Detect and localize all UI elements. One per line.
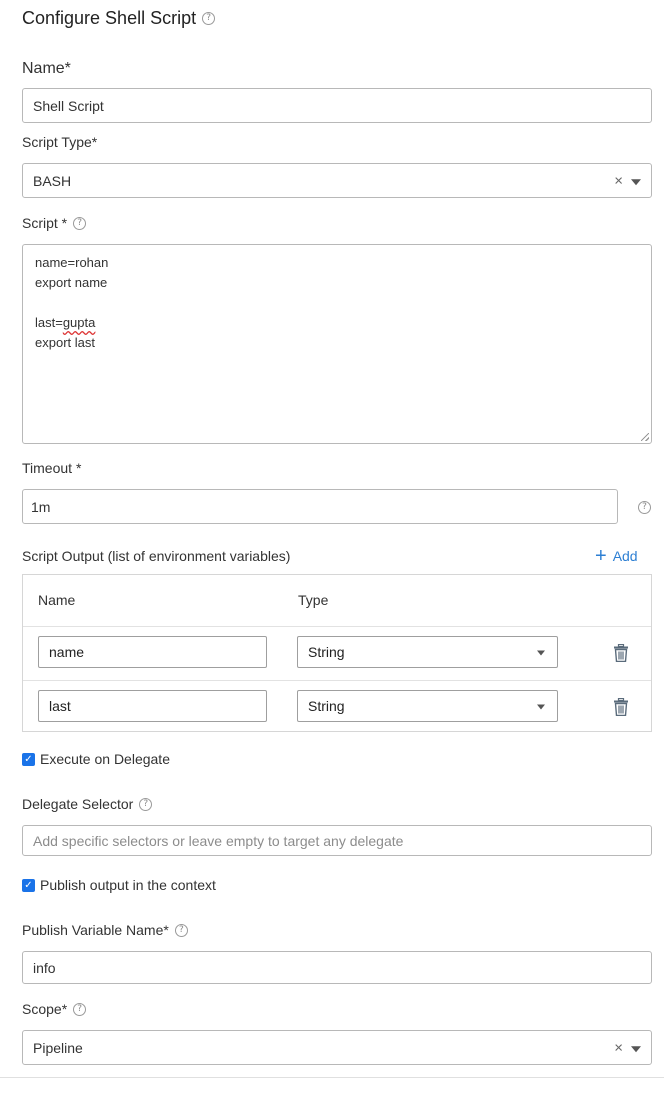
publish-variable-value: info [33,959,56,976]
script-output-table: Name Type name String last String [22,574,652,732]
help-icon[interactable]: ? [73,1002,87,1016]
page-title-text: Configure Shell Script [22,8,197,28]
help-icon[interactable]: ? [174,923,188,937]
chevron-down-icon [537,704,545,710]
column-header-name: Name [38,592,76,608]
column-header-type: Type [298,592,329,608]
scope-value: Pipeline [33,1039,83,1056]
script-output-label-text: Script Output (list of environment varia… [22,548,291,564]
help-icon[interactable]: ? [139,797,153,811]
output-name-value: name [49,644,85,660]
page-title: Configure Shell Script ? [22,8,216,29]
execute-on-delegate[interactable]: ✓ Execute on Delegate [22,751,170,767]
script-line: export last [35,335,95,350]
help-icon[interactable]: ? [638,501,651,514]
help-icon[interactable]: ? [202,12,216,25]
help-icon[interactable]: ? [73,216,87,230]
script-editor[interactable]: name=rohan export name last=gupta export… [22,244,652,444]
script-type-select[interactable]: BASH × [22,163,652,198]
output-type-select[interactable]: String [297,690,558,722]
footer-divider [0,1077,664,1078]
output-name-input[interactable]: name [38,636,267,668]
script-line: export name [35,275,108,290]
table-row: last String [23,681,651,734]
name-input-value: Shell Script [33,97,104,114]
script-line: last=gupta [35,315,96,330]
publish-variable-label-text: Publish Variable Name* [22,922,169,938]
trash-icon[interactable] [614,644,628,662]
add-output-label: Add [612,548,638,564]
name-label-text: Name* [22,60,71,77]
publish-variable-input[interactable]: info [22,951,652,984]
clear-icon[interactable]: × [614,172,623,189]
delegate-selector-label: Delegate Selector ? [22,796,153,812]
misspelled-word: gupta [62,315,96,330]
trash-icon[interactable] [614,698,628,716]
script-line: name=rohan [35,255,109,270]
script-line [35,293,639,313]
delegate-selector-placeholder: Add specific selectors or leave empty to… [33,832,404,849]
script-label: Script * ? [22,215,87,231]
output-type-select[interactable]: String [297,636,558,668]
checkbox-checked-icon[interactable]: ✓ [22,752,35,766]
script-type-value: BASH [33,172,72,189]
table-row: name String [23,627,651,681]
script-type-label: Script Type* [22,134,97,150]
output-type-value: String [308,644,345,660]
checkbox-checked-icon[interactable]: ✓ [22,878,35,892]
publish-output-checkbox[interactable]: ✓ Publish output in the context [22,877,216,893]
scope-label-text: Scope* [22,1001,68,1017]
chevron-down-icon[interactable] [631,1045,641,1052]
output-type-value: String [308,698,345,714]
scope-select[interactable]: Pipeline × [22,1030,652,1065]
resize-handle[interactable] [641,433,649,441]
publish-output-label: Publish output in the context [40,877,216,893]
chevron-down-icon [537,650,545,656]
output-name-input[interactable]: last [38,690,267,722]
timeout-value: 1m [31,498,51,515]
execute-on-delegate-label: Execute on Delegate [40,751,170,767]
table-header: Name Type [23,575,651,627]
output-name-value: last [49,698,71,714]
timeout-label: Timeout * [22,460,81,476]
clear-icon[interactable]: × [614,1039,623,1056]
script-label-text: Script * [22,215,68,231]
chevron-down-icon[interactable] [631,178,641,185]
plus-icon: + [595,545,607,567]
script-type-label-text: Script Type* [22,134,98,150]
timeout-input[interactable]: 1m [22,489,618,524]
add-output-button[interactable]: + Add [595,546,638,566]
script-output-label: Script Output (list of environment varia… [22,548,290,564]
delegate-selector-input[interactable]: Add specific selectors or leave empty to… [22,825,652,856]
delegate-selector-label-text: Delegate Selector [22,796,134,812]
name-label: Name* [22,60,71,78]
timeout-label-text: Timeout * [22,460,82,476]
scope-label: Scope* ? [22,1001,87,1017]
publish-variable-label: Publish Variable Name* ? [22,922,188,938]
name-input[interactable]: Shell Script [22,88,652,123]
